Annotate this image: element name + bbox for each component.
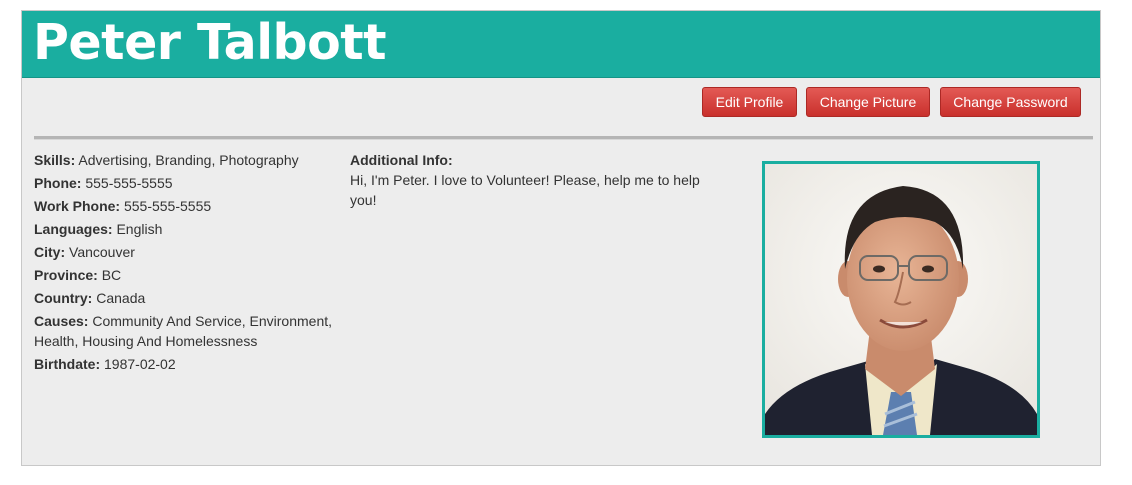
profile-details: Skills: Advertising, Branding, Photograp… [34, 150, 344, 377]
profile-header: Peter Talbott [22, 11, 1100, 78]
edit-profile-button[interactable]: Edit Profile [702, 87, 797, 117]
work-phone-value: 555-555-5555 [123, 198, 212, 214]
city-row: City: Vancouver [34, 242, 344, 262]
change-picture-button[interactable]: Change Picture [806, 87, 930, 117]
causes-label: Causes: [34, 313, 89, 329]
additional-info-text: Hi, I'm Peter. I love to Volunteer! Plea… [350, 172, 700, 208]
birthdate-label: Birthdate: [34, 356, 101, 372]
profile-card: Peter Talbott Edit Profile Change Pictur… [21, 10, 1101, 466]
phone-value: 555-555-5555 [85, 175, 173, 191]
profile-photo-image [765, 164, 1037, 435]
profile-name: Peter Talbott [33, 14, 387, 71]
phone-row: Phone: 555-555-5555 [34, 173, 344, 193]
additional-info: Additional Info: Hi, I'm Peter. I love t… [350, 150, 720, 210]
skills-value: Advertising, Branding, Photography [78, 152, 299, 168]
work-phone-label: Work Phone: [34, 198, 121, 214]
country-label: Country: [34, 290, 93, 306]
country-row: Country: Canada [34, 288, 344, 308]
province-value: BC [101, 267, 122, 283]
change-password-button[interactable]: Change Password [940, 87, 1081, 117]
additional-info-label: Additional Info: [350, 152, 453, 168]
languages-value: English [116, 221, 163, 237]
skills-label: Skills: [34, 152, 76, 168]
profile-photo [762, 161, 1040, 438]
languages-row: Languages: English [34, 219, 344, 239]
birthdate-value: 1987-02-02 [104, 356, 176, 372]
province-label: Province: [34, 267, 98, 283]
skills-row: Skills: Advertising, Branding, Photograp… [34, 150, 344, 170]
section-divider [34, 136, 1093, 140]
country-value: Canada [96, 290, 146, 306]
city-value: Vancouver [69, 244, 135, 260]
work-phone-row: Work Phone: 555-555-5555 [34, 196, 344, 216]
city-label: City: [34, 244, 66, 260]
languages-label: Languages: [34, 221, 113, 237]
birthdate-row: Birthdate: 1987-02-02 [34, 354, 344, 374]
province-row: Province: BC [34, 265, 344, 285]
causes-row: Causes: Community And Service, Environme… [34, 311, 344, 351]
phone-label: Phone: [34, 175, 82, 191]
